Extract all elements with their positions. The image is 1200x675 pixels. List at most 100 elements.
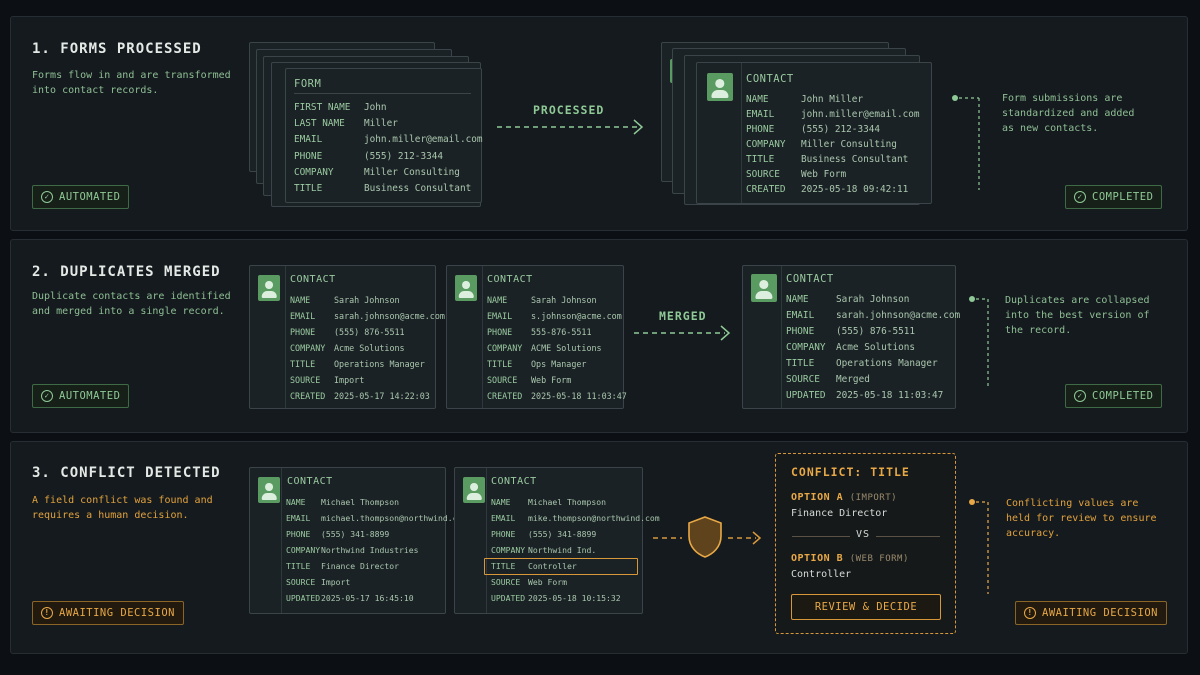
field-label: NAME <box>286 497 306 507</box>
field-label: COMPANY <box>286 545 321 555</box>
field-value: Web Form <box>531 375 572 385</box>
field-row: CREATED 2025-05-18 09:42:11 <box>746 182 920 197</box>
field-row: SOURCE Import <box>290 372 445 388</box>
field-value: Sarah Johnson <box>836 294 910 305</box>
section-note: Duplicates are collapsed into the best v… <box>1005 295 1150 336</box>
review-decide-button[interactable]: REVIEW & DECIDE <box>791 594 941 620</box>
merged-label: MERGED <box>659 309 707 323</box>
option-a-value[interactable]: Finance Director <box>791 508 887 519</box>
card-divider <box>285 266 286 408</box>
field-label: TITLE <box>290 359 316 369</box>
field-value: (555) 341-8899 <box>321 529 390 539</box>
field-value: Business Consultant <box>801 154 909 165</box>
field-row: UPDATED 2025-05-17 16:45:10 <box>286 590 467 606</box>
automated-badge: ✓ AUTOMATED <box>32 384 130 408</box>
field-value: Northwind Industries <box>321 545 419 555</box>
field-label: EMAIL <box>294 134 323 146</box>
field-value: Miller Consulting <box>801 139 897 150</box>
field-value: (555) 876-5511 <box>334 327 405 337</box>
badge-label: AUTOMATED <box>59 390 121 402</box>
field-row: EMAIL mike.thompson@northwind.com <box>491 510 660 526</box>
field-row: TITLE Business Consultant <box>746 152 920 167</box>
check-circle-icon: ✓ <box>41 191 53 203</box>
field-value: John <box>364 102 387 113</box>
field-row: NAME Sarah Johnson <box>487 292 627 308</box>
field-row: UPDATED 2025-05-18 11:03:47 <box>786 388 960 404</box>
section-title: 2. DUPLICATES MERGED <box>32 264 221 280</box>
field-row: NAME Sarah Johnson <box>786 292 960 308</box>
field-label: PHONE <box>786 326 815 337</box>
field-label: NAME <box>487 295 508 305</box>
field-label: TITLE <box>286 561 311 571</box>
contact-card-import: CONTACT NAME Sarah Johnson EMAIL sarah.john… <box>249 265 445 409</box>
section-title: 3. CONFLICT DETECTED <box>32 465 221 481</box>
field-label: EMAIL <box>286 513 311 523</box>
field-row: COMPANY Acme Solutions <box>290 340 445 356</box>
field-value: (555) 212-3344 <box>364 150 444 162</box>
field-label: FIRST NAME <box>294 102 351 113</box>
field-label: NAME <box>746 94 769 105</box>
contact-fields: NAME John Miller EMAIL john.miller@email.co… <box>746 92 920 197</box>
shield-icon <box>688 516 722 558</box>
contact-title: CONTACT <box>746 73 794 85</box>
contact-fields: NAME Sarah Johnson EMAIL sarah.johnson@acme… <box>786 292 960 404</box>
check-circle-icon: ✓ <box>1074 390 1086 402</box>
section-title: 1. FORMS PROCESSED <box>32 41 202 57</box>
merged-arrow <box>634 325 731 341</box>
contact-title: CONTACT <box>491 476 537 487</box>
field-value: john.miller@email.com <box>801 109 920 120</box>
field-label: SOURCE <box>746 169 780 180</box>
field-value: sarah.johnson@acme.com <box>334 311 445 321</box>
processed-arrow <box>497 119 644 135</box>
field-value: 2025-05-17 14:22:03 <box>334 391 430 401</box>
field-row: COMPANY ACME Solutions <box>487 340 627 356</box>
field-label: COMPANY <box>746 139 786 150</box>
awaiting-decision-badge: ! AWAITING DECISION <box>1015 601 1167 625</box>
vs-divider <box>876 536 940 537</box>
field-label: SOURCE <box>487 375 518 385</box>
field-value: john.miller@email.com <box>364 134 483 146</box>
field-label: UPDATED <box>786 390 826 401</box>
card-divider <box>781 266 782 408</box>
alert-circle-icon: ! <box>1024 607 1036 619</box>
field-value: Merged <box>836 374 870 385</box>
field-label: TITLE <box>487 359 513 369</box>
field-label: COMPANY <box>294 166 334 178</box>
field-row: EMAIL john.miller@email.com <box>746 107 920 122</box>
field-value: 2025-05-18 10:15:32 <box>528 593 621 603</box>
field-row: SOURCE Web Form <box>491 574 660 590</box>
field-value: Michael Thompson <box>528 497 606 507</box>
section-note: Conflicting values are held for review t… <box>1006 498 1157 539</box>
field-value: 2025-05-18 09:42:11 <box>801 184 909 195</box>
field-label: PHONE <box>487 327 513 337</box>
contact-fields: NAME Sarah Johnson EMAIL s.johnson@acme.com… <box>487 292 627 404</box>
field-row: PHONE 555-876-5511 <box>487 324 627 340</box>
badge-label: AWAITING DECISION <box>1042 607 1158 619</box>
field-label: CREATED <box>290 391 326 401</box>
field-row: CREATED 2025-05-18 11:03:47 <box>487 388 627 404</box>
completed-badge: ✓ COMPLETED <box>1065 185 1163 209</box>
section-note: Form submissions are standardized and ad… <box>1002 93 1135 134</box>
field-row: FIRST NAME John <box>294 100 483 116</box>
field-value: Business Consultant <box>364 183 472 195</box>
contact-title: CONTACT <box>786 273 834 285</box>
field-label: PHONE <box>286 529 311 539</box>
conflict-title: CONFLICT: TITLE <box>791 465 910 479</box>
field-label: COMPANY <box>290 343 326 353</box>
option-b-heading: OPTION B (WEB FORM) <box>791 553 909 564</box>
field-label: SOURCE <box>491 577 521 587</box>
field-label: EMAIL <box>290 311 316 321</box>
field-value: (555) 212-3344 <box>801 124 881 135</box>
section-description: A field conflict was found and requires … <box>32 495 213 521</box>
field-label: SOURCE <box>286 577 316 587</box>
card-divider <box>741 63 742 203</box>
field-value: ACME Solutions <box>531 343 602 353</box>
field-label: TITLE <box>786 358 815 369</box>
contact-fields: NAME Michael Thompson EMAIL michael.thompso… <box>286 494 467 606</box>
field-row: PHONE (555) 876-5511 <box>786 324 960 340</box>
option-b-value[interactable]: Controller <box>791 569 851 580</box>
contact-fields: NAME Sarah Johnson EMAIL sarah.johnson@acme… <box>290 292 445 404</box>
conflict-highlight <box>484 558 638 575</box>
field-row: SOURCE Web Form <box>487 372 627 388</box>
conflict-panel: CONFLICT: TITLE OPTION A (IMPORT) Financ… <box>775 453 956 634</box>
